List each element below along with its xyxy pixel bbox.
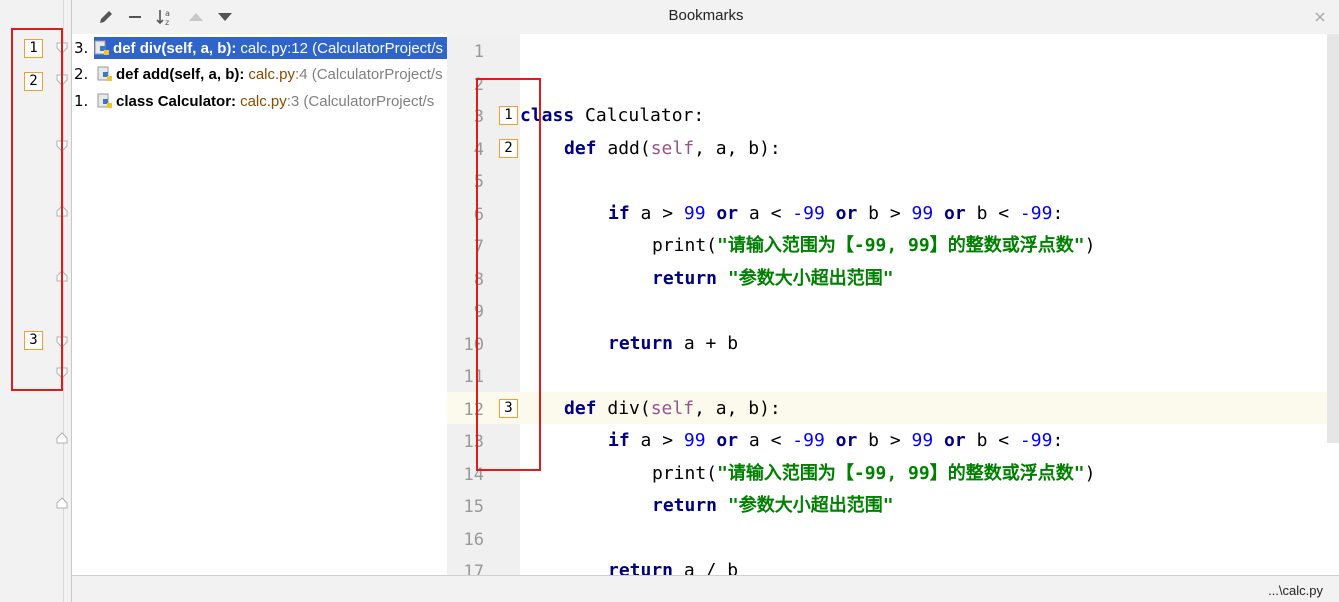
bookmark-list-item[interactable]: 1. class Calculator: calc.py:3 (Calculat…: [72, 89, 447, 113]
bookmark-mark-3[interactable]: 3: [24, 331, 43, 350]
code-line: return a + b: [608, 333, 739, 354]
file-path: ...\calc.py: [1268, 583, 1323, 598]
bookmark-list-item[interactable]: 2. def add(self, a, b): calc.py:4 (Calcu…: [72, 62, 447, 86]
bookmark-mark-2[interactable]: 2: [499, 139, 518, 158]
item-number: 2.: [74, 65, 89, 83]
code-line: if a > 99 or a < -99 or b > 99 or b < -9…: [608, 203, 1064, 224]
code-line: print("请输入范围为【-99, 99】的整数或浮点数"): [652, 235, 1096, 256]
line-number: 4: [473, 140, 484, 160]
status-bar: ...\calc.py: [72, 575, 1339, 602]
item-location: :3 (CalculatorProject/s: [286, 92, 435, 110]
bookmark-mark-2[interactable]: 2: [24, 72, 43, 91]
item-number: 1.: [74, 92, 89, 110]
ide-window: 1 2 3 a z Bookmarks 3. def div(self, a, …: [0, 0, 1339, 602]
fold-down-icon[interactable]: [56, 74, 68, 86]
item-signature: class Calculator:: [116, 92, 237, 110]
line-number: 6: [473, 205, 484, 225]
bookmarks-popup: a z Bookmarks 3. def div(self, a, b): ca…: [71, 0, 1339, 602]
item-file: calc.py: [240, 39, 288, 57]
bookmark-mark-1[interactable]: 1: [24, 39, 43, 58]
fold-down-icon[interactable]: [56, 336, 68, 348]
code-line: print("请输入范围为【-99, 99】的整数或浮点数"): [652, 463, 1096, 484]
code-line: def add(self, a, b):: [564, 138, 781, 159]
fold-up-icon[interactable]: [56, 205, 68, 217]
item-number: 3.: [74, 39, 89, 57]
bookmark-mark-3[interactable]: 3: [499, 399, 518, 418]
popup-header: a z Bookmarks: [72, 0, 1339, 34]
line-number: 17: [463, 562, 484, 575]
line-number: 14: [463, 465, 484, 485]
fold-down-icon[interactable]: [56, 42, 68, 54]
code-line: def div(self, a, b):: [564, 398, 781, 419]
fold-down-icon[interactable]: [56, 367, 68, 379]
python-file-icon: [97, 93, 112, 108]
line-number: 3: [473, 107, 484, 127]
line-number: 2: [473, 75, 484, 95]
bookmark-list: 3. def div(self, a, b): calc.py:12 (Calc…: [72, 34, 447, 575]
item-file: calc.py: [240, 92, 287, 110]
fold-up-icon[interactable]: [56, 432, 68, 444]
code-line: return a / b: [608, 560, 739, 575]
python-file-icon: [97, 66, 112, 81]
item-signature: def div(self, a, b):: [113, 39, 237, 57]
line-number: 15: [463, 497, 484, 517]
popup-title: Bookmarks: [668, 7, 744, 24]
line-number: 7: [473, 237, 484, 257]
line-number: 16: [463, 530, 484, 550]
fold-down-icon[interactable]: [56, 140, 68, 152]
line-number: 5: [473, 172, 484, 192]
line-number: 1: [473, 42, 484, 62]
item-signature: def add(self, a, b):: [116, 65, 245, 83]
fold-up-icon[interactable]: [56, 270, 68, 282]
vertical-scrollbar[interactable]: [1327, 34, 1339, 443]
line-number: 9: [473, 302, 484, 322]
line-number: 8: [473, 270, 484, 290]
code-line: if a > 99 or a < -99 or b > 99 or b < -9…: [608, 430, 1064, 451]
line-number: 11: [463, 367, 484, 387]
code-line: return "参数大小超出范围": [652, 495, 894, 516]
item-location: :4 (CalculatorProject/s: [295, 65, 443, 83]
code-line: return "参数大小超出范围": [652, 268, 894, 289]
line-number: 10: [463, 335, 484, 355]
item-file: calc.py: [248, 65, 296, 83]
item-location: :12 (CalculatorProject/s: [287, 39, 443, 57]
bookmark-list-item[interactable]: 3. def div(self, a, b): calc.py:12 (Calc…: [72, 36, 447, 60]
code-line: class Calculator:: [520, 105, 705, 126]
line-number: 12: [463, 400, 484, 420]
close-button[interactable]: [1312, 9, 1328, 25]
fold-up-icon[interactable]: [56, 497, 68, 509]
close-icon: [1315, 12, 1325, 22]
line-number: 13: [463, 432, 484, 452]
bookmark-mark-1[interactable]: 1: [499, 106, 518, 125]
preview-editor[interactable]: 1 2 3 4 5 6 7 8 9 10 11 12 13 14 15 16 1…: [447, 34, 1339, 575]
main-editor-gutter: 1 2 3: [0, 0, 68, 602]
python-file-icon: [94, 40, 110, 55]
